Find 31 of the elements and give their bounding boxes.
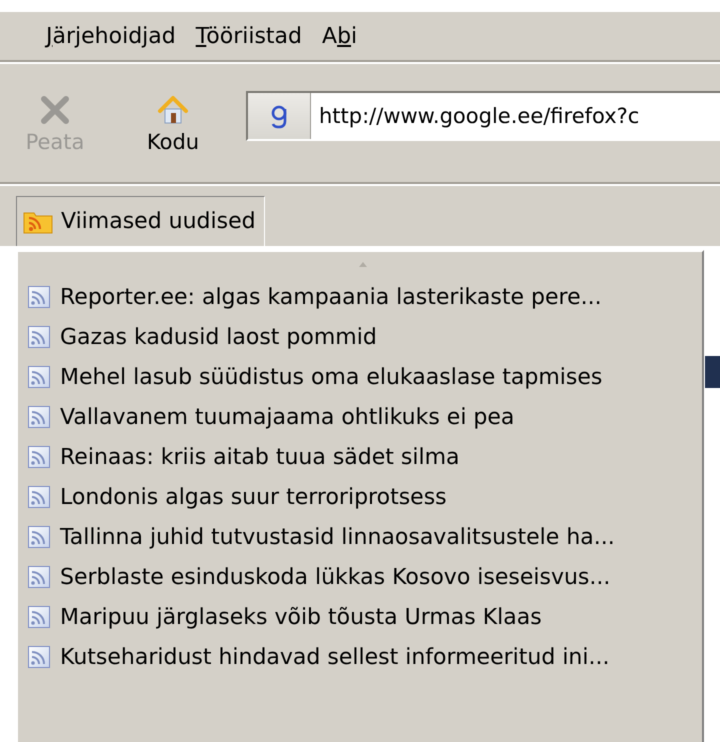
menu-item[interactable]: Tallinna juhid tutvustasid linnaosavalitsustele ha... bbox=[28, 517, 698, 557]
feed-icon bbox=[28, 446, 50, 468]
home-icon bbox=[157, 94, 189, 126]
menu-item[interactable]: Tööriistad bbox=[190, 20, 308, 52]
menu-item[interactable]: Serblaste esinduskoda lükkas Kosovo iseseisvus... bbox=[28, 557, 698, 597]
menu-item[interactable]: Mehel lasub süüdistus oma elukaaslase tapmises bbox=[28, 357, 698, 397]
menu-item[interactable]: Kutseharidust hindavad sellest informeeritud ini... bbox=[28, 637, 698, 677]
menu-item[interactable]: Maripuu järglaseks võib tõusta Urmas Klaas bbox=[28, 597, 698, 637]
address-field[interactable]: http://www.google.ee/firefox?c bbox=[246, 91, 720, 141]
feed-icon bbox=[28, 486, 50, 508]
feed-icon bbox=[28, 326, 50, 348]
feed-icon bbox=[28, 646, 50, 668]
scroll-up-icon[interactable] bbox=[359, 262, 367, 267]
page-banner bbox=[705, 356, 720, 388]
feed-icon bbox=[28, 286, 50, 308]
feed-icon bbox=[28, 366, 50, 388]
feed-icon bbox=[28, 606, 50, 628]
menu-item[interactable]: Londonis algas suur terroriprotsess bbox=[28, 477, 698, 517]
menu-item[interactable]: Järjehoidjad bbox=[40, 20, 182, 52]
menu-item[interactable]: Abi bbox=[316, 20, 364, 52]
bookmark-folder-button[interactable]: Viimased uudised bbox=[16, 196, 265, 246]
close-icon bbox=[39, 94, 71, 126]
feed-folder-icon bbox=[23, 210, 53, 234]
feed-icon bbox=[28, 406, 50, 428]
menu-item[interactable]: Reporter.ee: algas kampaania lasterikaste pere... bbox=[28, 277, 698, 317]
menu-item[interactable]: Reinaas: kriis aitab tuua sädet silma bbox=[28, 437, 698, 477]
menu-item[interactable]: Vallavanem tuumajaama ohtlikuks ei pea bbox=[28, 397, 698, 437]
menu-item[interactable]: Gazas kadusid laost pommid bbox=[28, 317, 698, 357]
toolbar-button[interactable]: Kodu bbox=[128, 94, 218, 154]
feed-icon bbox=[28, 566, 50, 588]
feed-icon bbox=[28, 526, 50, 548]
